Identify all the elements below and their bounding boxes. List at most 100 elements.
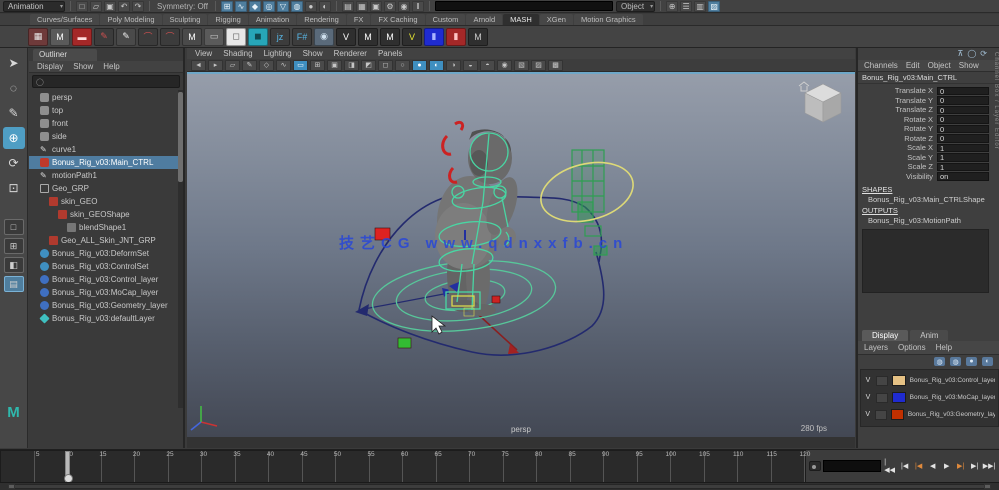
outliner-search-input[interactable] bbox=[47, 77, 176, 87]
time-tick[interactable]: 95 bbox=[604, 451, 638, 482]
time-tick[interactable]: 105 bbox=[671, 451, 705, 482]
outliner-menu-item[interactable]: Display bbox=[37, 62, 63, 71]
time-slider[interactable]: 5101520253035404550556065707580859095100… bbox=[0, 450, 806, 483]
time-tick[interactable]: 65 bbox=[403, 451, 437, 482]
time-tick[interactable]: 120 bbox=[772, 451, 806, 482]
move-tool[interactable]: ⊕ bbox=[3, 127, 25, 149]
outliner-item[interactable]: side bbox=[29, 130, 183, 143]
time-tick[interactable]: 10 bbox=[35, 451, 69, 482]
outliner-item[interactable]: Bonus_Rig_v03:MoCap_layer bbox=[29, 286, 183, 299]
range-slider[interactable] bbox=[0, 482, 999, 490]
redo-icon[interactable]: ↷ bbox=[132, 1, 144, 12]
shelf-item[interactable]: V bbox=[402, 28, 422, 46]
attribute-value-field[interactable]: 0 bbox=[937, 125, 989, 134]
display-layer-row[interactable]: V Bonus_Rig_v03:Control_layer bbox=[861, 372, 998, 389]
character-controls-icon[interactable]: ☰ bbox=[680, 1, 692, 12]
channel-box-menu-item[interactable]: Edit bbox=[906, 61, 920, 70]
outliner-item[interactable]: Bonus_Rig_v03:defaultLayer bbox=[29, 312, 183, 325]
render-view-icon[interactable]: ▤ bbox=[342, 1, 354, 12]
range-slider-left-handle[interactable] bbox=[8, 484, 15, 489]
menu-set-dropdown[interactable]: Animation bbox=[3, 1, 65, 12]
quick-selection-input[interactable] bbox=[435, 1, 613, 11]
layer-visibility-toggle[interactable]: V bbox=[864, 394, 872, 401]
time-tick[interactable]: 110 bbox=[705, 451, 739, 482]
attribute-label[interactable]: Translate Y bbox=[895, 96, 933, 105]
output-node-name[interactable]: Bonus_Rig_v03:MotionPath bbox=[858, 215, 999, 225]
channel-display-toggle-icon[interactable]: ◯ bbox=[967, 49, 976, 60]
shelf-item[interactable]: ✎ bbox=[116, 28, 136, 46]
channel-box-menu-item[interactable]: Channels bbox=[864, 61, 898, 70]
scale-tool[interactable]: ⊡ bbox=[3, 177, 25, 199]
outliner-item[interactable]: front bbox=[29, 117, 183, 130]
range-slider-right-handle[interactable] bbox=[984, 484, 991, 489]
lasso-select-tool[interactable]: ◌ bbox=[3, 77, 25, 99]
shelf-item[interactable]: ▦ bbox=[28, 28, 48, 46]
shelf-item[interactable]: V bbox=[336, 28, 356, 46]
outliner-item[interactable]: Bonus_Rig_v03:DeformSet bbox=[29, 247, 183, 260]
scrollbar-thumb[interactable] bbox=[178, 92, 183, 182]
time-tick[interactable]: 60 bbox=[370, 451, 404, 482]
save-scene-icon[interactable]: ▣ bbox=[104, 1, 116, 12]
shelf-item[interactable]: ✎ bbox=[94, 28, 114, 46]
3d-scene[interactable]: 技艺CG www.qdnxxfb.cn persp 280 fps bbox=[187, 74, 855, 437]
current-time-marker[interactable] bbox=[65, 451, 70, 484]
rotate-tool[interactable]: ⟳ bbox=[3, 152, 25, 174]
ipr-render-icon[interactable]: ▣ bbox=[370, 1, 382, 12]
move-layer-up-button[interactable]: ◍ bbox=[934, 357, 945, 366]
move-layer-down-button[interactable]: ◍ bbox=[950, 357, 961, 366]
step-forward-key-button[interactable]: ▶| bbox=[954, 460, 967, 472]
time-tick[interactable]: 15 bbox=[68, 451, 102, 482]
viewport-icon[interactable]: ▧ bbox=[514, 60, 529, 71]
viewport-icon[interactable]: ▣ bbox=[327, 60, 342, 71]
viewport-icon[interactable]: ▩ bbox=[548, 60, 563, 71]
shelf-item[interactable]: ▭ bbox=[204, 28, 224, 46]
layer-color-swatch[interactable] bbox=[891, 409, 904, 420]
viewport-menu-item[interactable]: Renderer bbox=[334, 49, 367, 58]
time-tick[interactable]: 80 bbox=[504, 451, 538, 482]
play-backwards-button[interactable]: ◀ bbox=[926, 460, 939, 472]
outliner-item[interactable]: Geo_GRP bbox=[29, 182, 183, 195]
attribute-label[interactable]: Rotate X bbox=[904, 115, 933, 124]
shelf-tab[interactable]: Rigging bbox=[208, 14, 247, 25]
go-to-end-button[interactable]: ▶▶| bbox=[982, 460, 996, 472]
time-tick[interactable]: 115 bbox=[738, 451, 772, 482]
attribute-value-field[interactable]: on bbox=[937, 172, 989, 181]
shelf-item[interactable]: ◼ bbox=[248, 28, 268, 46]
open-scene-icon[interactable]: ▱ bbox=[90, 1, 102, 12]
attribute-label[interactable]: Scale Y bbox=[907, 153, 933, 162]
viewport-icon[interactable]: ○ bbox=[395, 60, 410, 71]
shelf-item[interactable]: ◉ bbox=[314, 28, 334, 46]
viewport-icon[interactable]: ◒ bbox=[463, 60, 478, 71]
shelf-item[interactable]: ▬ bbox=[72, 28, 92, 46]
shelf-item[interactable]: M bbox=[380, 28, 400, 46]
snap-projected-center-icon[interactable]: ◎ bbox=[263, 1, 275, 12]
layer-color-swatch[interactable] bbox=[892, 375, 906, 386]
shelf-item[interactable]: ▮ bbox=[446, 28, 466, 46]
viewport-icon[interactable]: ▸ bbox=[208, 60, 223, 71]
time-tick[interactable]: 85 bbox=[537, 451, 571, 482]
attribute-label[interactable]: Scale Z bbox=[908, 162, 933, 171]
time-tick[interactable]: 40 bbox=[236, 451, 270, 482]
outliner-item[interactable]: Bonus_Rig_v03:Geometry_layer bbox=[29, 299, 183, 312]
shelf-item[interactable]: ⌒ bbox=[138, 28, 158, 46]
layer-editor-tab[interactable]: Display bbox=[862, 330, 908, 341]
snap-view-plane-icon[interactable]: ▽ bbox=[277, 1, 289, 12]
viewport-icon[interactable]: ◑ bbox=[446, 60, 461, 71]
viewport-icon[interactable]: ▨ bbox=[531, 60, 546, 71]
attribute-value-field[interactable]: 1 bbox=[937, 163, 989, 172]
shelf-tab[interactable]: Motion Graphics bbox=[574, 14, 643, 25]
snap-point-icon[interactable]: ◆ bbox=[249, 1, 261, 12]
viewport-icon[interactable]: ◐ bbox=[429, 60, 444, 71]
layer-name[interactable]: Bonus_Rig_v03:Geometry_layer bbox=[908, 411, 995, 418]
outliner-item[interactable]: Geo_ALL_Skin_JNT_GRP bbox=[29, 234, 183, 247]
channel-box-menu-item[interactable]: Show bbox=[959, 61, 979, 70]
time-tick[interactable]: 90 bbox=[571, 451, 605, 482]
layer-visibility-toggle[interactable]: V bbox=[864, 377, 872, 384]
layout-custom-button[interactable]: ▤ bbox=[4, 276, 24, 292]
attribute-label[interactable]: Rotate Z bbox=[904, 134, 933, 143]
viewport-menu-item[interactable]: Show bbox=[303, 49, 323, 58]
attribute-value-field[interactable]: 0 bbox=[937, 134, 989, 143]
pause-viewport-icon[interactable]: ‖ bbox=[412, 1, 424, 12]
step-back-key-button[interactable]: |◀ bbox=[912, 460, 925, 472]
outliner-scrollbar[interactable] bbox=[178, 90, 183, 408]
